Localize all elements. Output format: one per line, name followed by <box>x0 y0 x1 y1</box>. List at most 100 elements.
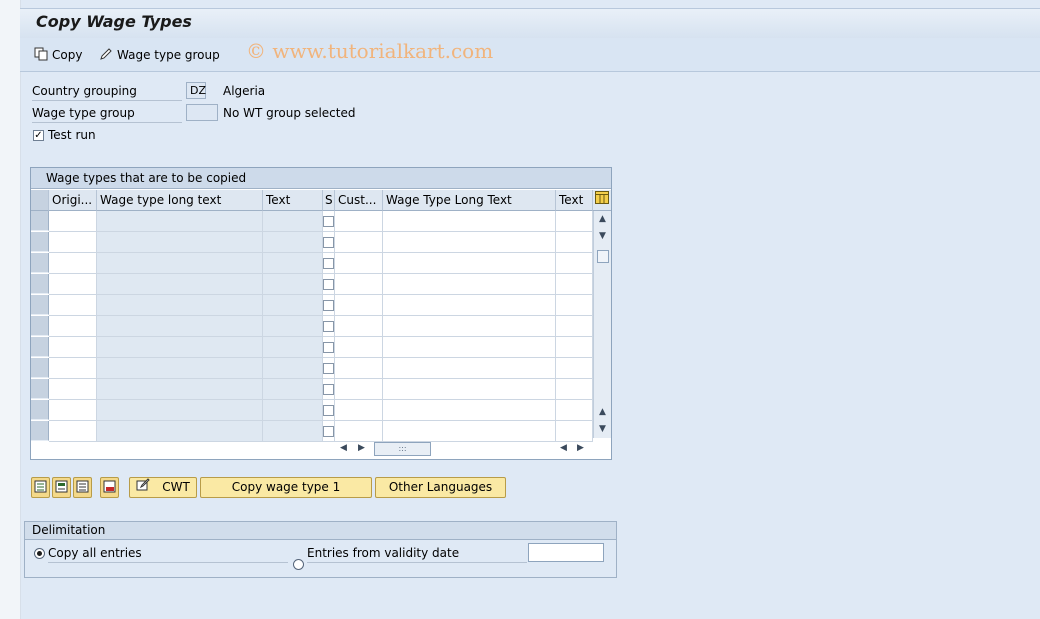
row-checkbox[interactable] <box>323 426 334 437</box>
cell-customer-text[interactable] <box>556 379 593 400</box>
cell-s[interactable] <box>323 274 335 295</box>
cell-customer-text[interactable] <box>556 358 593 379</box>
cell-customer-text[interactable] <box>556 253 593 274</box>
cell-customer-text[interactable] <box>556 295 593 316</box>
row-checkbox[interactable] <box>323 384 334 395</box>
vertical-scrollbar[interactable]: ▲ ▼ ▲ ▼ <box>593 211 611 438</box>
cell-customer-long-text[interactable] <box>383 400 556 421</box>
cell-customer[interactable] <box>335 337 383 358</box>
vertical-scroll-thumb[interactable] <box>597 250 609 263</box>
cell-original[interactable] <box>49 316 97 337</box>
cell-customer-long-text[interactable] <box>383 274 556 295</box>
column-header-text[interactable]: Text <box>263 190 323 211</box>
copy-button[interactable]: Copy <box>34 46 82 64</box>
cell-text[interactable] <box>263 211 323 232</box>
column-header-wage-type-long-text[interactable]: Wage type long text <box>97 190 263 211</box>
cell-original[interactable] <box>49 232 97 253</box>
cell-s[interactable] <box>323 232 335 253</box>
cell-original[interactable] <box>49 379 97 400</box>
cell-customer-long-text[interactable] <box>383 421 556 442</box>
cell-text[interactable] <box>263 358 323 379</box>
cell-customer-long-text[interactable] <box>383 232 556 253</box>
cell-customer-long-text[interactable] <box>383 358 556 379</box>
cell-original[interactable] <box>49 253 97 274</box>
cell-text[interactable] <box>263 379 323 400</box>
cell-customer-text[interactable] <box>556 232 593 253</box>
cell-s[interactable] <box>323 421 335 442</box>
scroll-up-arrow-icon[interactable]: ▲ <box>599 214 606 224</box>
scroll-left-arrow-icon-2[interactable]: ◀ <box>560 443 567 453</box>
cell-customer[interactable] <box>335 421 383 442</box>
cell-text[interactable] <box>263 316 323 337</box>
scroll-left-arrow-icon[interactable]: ◀ <box>340 443 347 453</box>
column-header-original[interactable]: Origi... <box>49 190 97 211</box>
cell-customer-text[interactable] <box>556 400 593 421</box>
column-header-customer-long-text[interactable]: Wage Type Long Text <box>383 190 556 211</box>
cell-customer-long-text[interactable] <box>383 253 556 274</box>
table-action-button-2[interactable] <box>52 477 71 498</box>
column-header-s[interactable]: S <box>323 190 335 211</box>
row-selector[interactable] <box>31 316 49 336</box>
column-header-customer-text[interactable]: Text <box>556 190 593 211</box>
row-checkbox[interactable] <box>323 300 334 311</box>
cell-wage-type-long-text[interactable] <box>97 316 263 337</box>
row-checkbox[interactable] <box>323 216 334 227</box>
row-checkbox[interactable] <box>323 279 334 290</box>
row-selector[interactable] <box>31 211 49 231</box>
country-grouping-field[interactable]: DZ <box>186 82 206 99</box>
cell-wage-type-long-text[interactable] <box>97 274 263 295</box>
cell-customer[interactable] <box>335 295 383 316</box>
cell-original[interactable] <box>49 358 97 379</box>
row-checkbox[interactable] <box>323 321 334 332</box>
cell-original[interactable] <box>49 400 97 421</box>
row-selector[interactable] <box>31 274 49 294</box>
cell-s[interactable] <box>323 211 335 232</box>
cell-customer-long-text[interactable] <box>383 211 556 232</box>
row-checkbox[interactable] <box>323 363 334 374</box>
row-selector[interactable] <box>31 358 49 378</box>
cell-original[interactable] <box>49 211 97 232</box>
cell-text[interactable] <box>263 421 323 442</box>
cell-customer-text[interactable] <box>556 274 593 295</box>
other-languages-button[interactable]: Other Languages <box>375 477 506 498</box>
row-selector[interactable] <box>31 400 49 420</box>
cell-customer[interactable] <box>335 316 383 337</box>
row-selector[interactable] <box>31 421 49 441</box>
row-selector[interactable] <box>31 232 49 252</box>
cell-s[interactable] <box>323 295 335 316</box>
cell-wage-type-long-text[interactable] <box>97 400 263 421</box>
cell-original[interactable] <box>49 337 97 358</box>
cell-customer-long-text[interactable] <box>383 379 556 400</box>
wage-type-group-field[interactable] <box>186 104 218 121</box>
cell-customer-text[interactable] <box>556 211 593 232</box>
horizontal-scrollbar[interactable]: ◀ ▶ ::: ◀ ▶ <box>336 440 586 458</box>
entries-from-validity-radio[interactable] <box>293 559 304 570</box>
scroll-page-down-arrow-icon[interactable]: ▼ <box>599 424 606 434</box>
cell-customer-long-text[interactable] <box>383 337 556 358</box>
column-settings-button[interactable] <box>593 190 611 211</box>
horizontal-scroll-thumb[interactable]: ::: <box>374 442 431 456</box>
cell-s[interactable] <box>323 379 335 400</box>
cell-s[interactable] <box>323 358 335 379</box>
scroll-right-arrow-icon-2[interactable]: ▶ <box>577 443 584 453</box>
cell-customer[interactable] <box>335 211 383 232</box>
cell-text[interactable] <box>263 232 323 253</box>
row-checkbox[interactable] <box>323 342 334 353</box>
cell-wage-type-long-text[interactable] <box>97 358 263 379</box>
table-action-button-1[interactable] <box>31 477 50 498</box>
row-selector[interactable] <box>31 337 49 357</box>
cell-text[interactable] <box>263 295 323 316</box>
cell-text[interactable] <box>263 274 323 295</box>
cell-original[interactable] <box>49 274 97 295</box>
cell-customer[interactable] <box>335 232 383 253</box>
cell-original[interactable] <box>49 295 97 316</box>
cell-text[interactable] <box>263 337 323 358</box>
cell-customer[interactable] <box>335 379 383 400</box>
scroll-down-arrow-icon[interactable]: ▼ <box>599 231 606 241</box>
cell-wage-type-long-text[interactable] <box>97 295 263 316</box>
cell-customer-long-text[interactable] <box>383 316 556 337</box>
column-header-customer[interactable]: Cust... <box>335 190 383 211</box>
wage-type-group-button[interactable]: Wage type group <box>99 46 220 64</box>
row-checkbox[interactable] <box>323 258 334 269</box>
cell-s[interactable] <box>323 316 335 337</box>
